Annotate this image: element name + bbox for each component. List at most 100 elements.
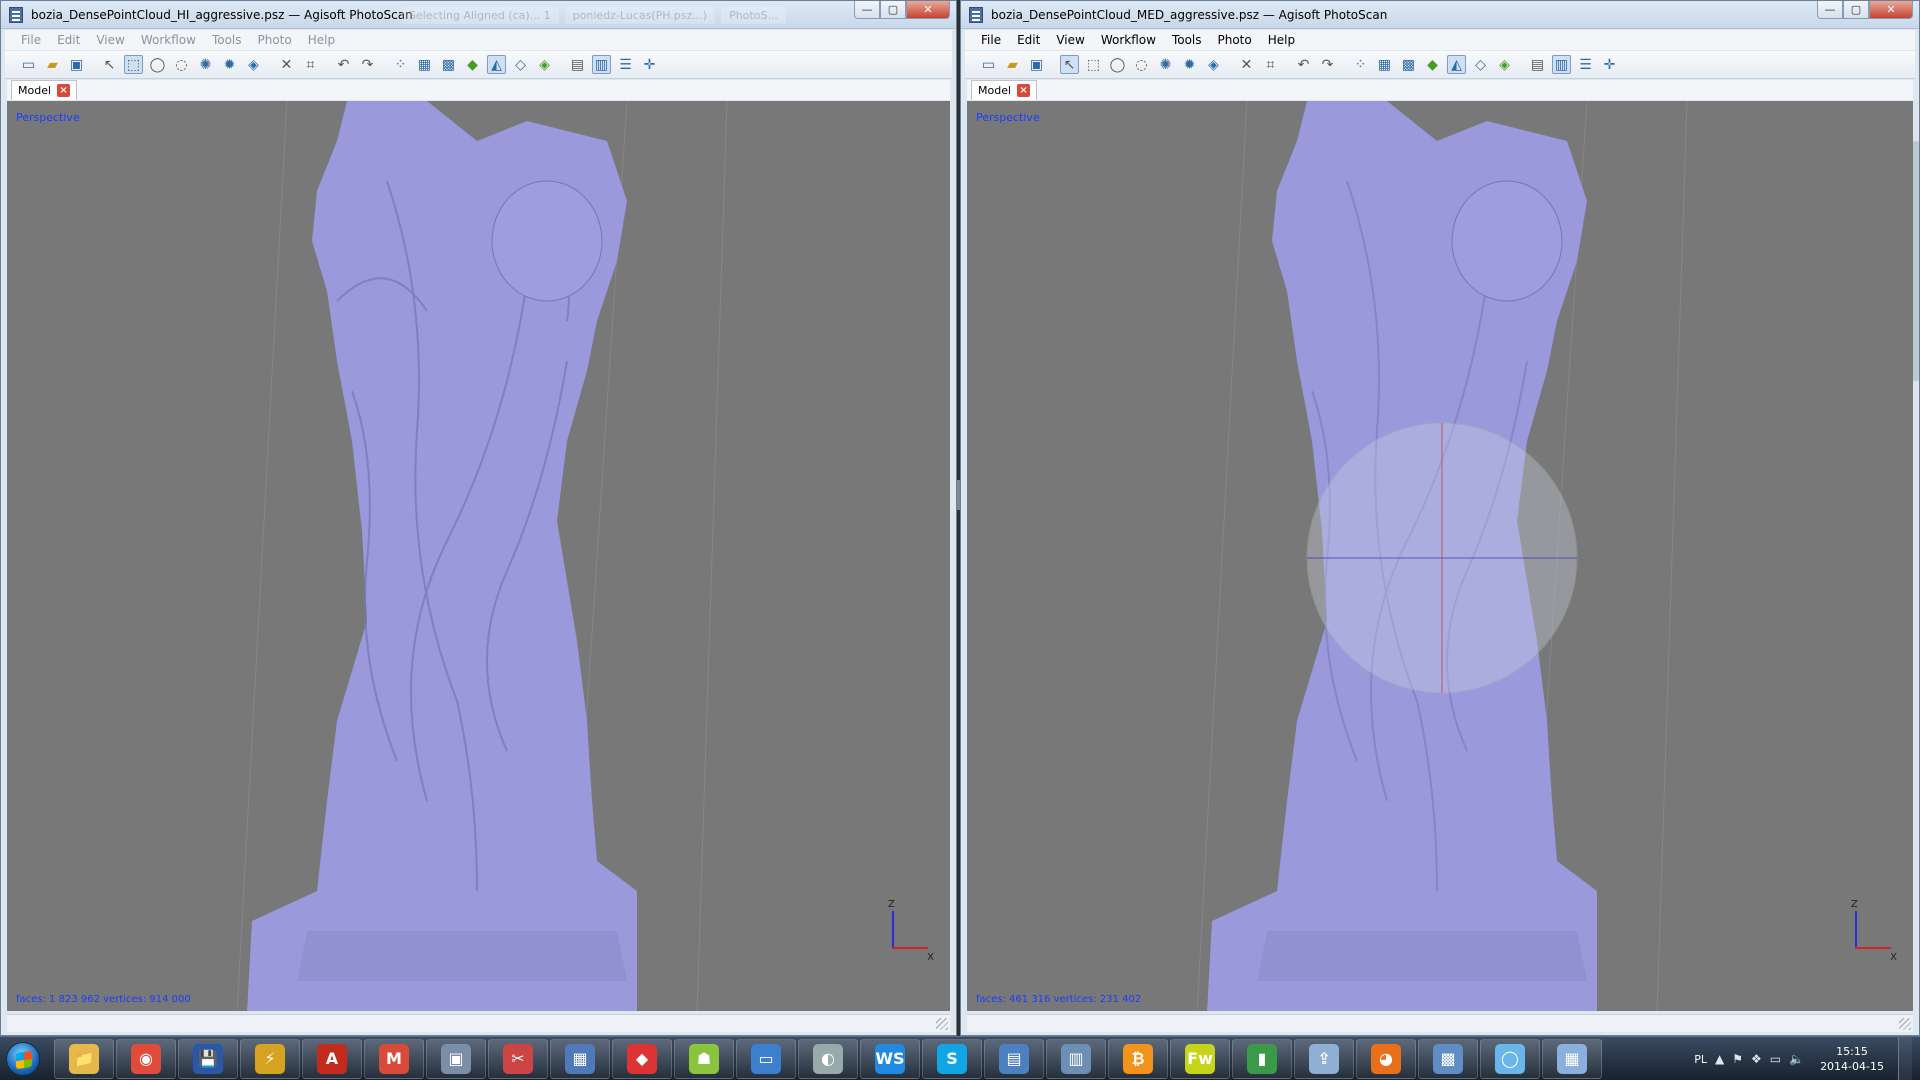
resize-grip[interactable] — [1899, 1018, 1911, 1030]
taskbar-acrobat-button[interactable]: A — [302, 1038, 362, 1079]
rotate-icon[interactable]: ✺ — [1156, 55, 1175, 74]
menu-workflow[interactable]: Workflow — [133, 33, 204, 47]
taskbar-uploader-button[interactable]: ⇪ — [1294, 1038, 1354, 1079]
shaded-icon[interactable]: ◆ — [463, 55, 482, 74]
grid3-icon[interactable]: ▩ — [1399, 55, 1418, 74]
open-icon[interactable]: ▰ — [43, 55, 62, 74]
taskbar-network-button[interactable]: ◯ — [1480, 1038, 1540, 1079]
menu-help[interactable]: Help — [1260, 33, 1303, 47]
maximize-button[interactable]: ▢ — [1843, 1, 1869, 19]
wire-icon[interactable]: ◇ — [1471, 55, 1490, 74]
title-bar[interactable]: bozia_DensePointCloud_HI_aggressive.psz … — [1, 1, 956, 29]
taskbar-android-button[interactable]: ☗ — [674, 1038, 734, 1079]
model-icon[interactable]: ◈ — [244, 55, 263, 74]
close-tab-icon[interactable]: × — [1017, 84, 1031, 97]
ellipse-select-icon[interactable]: ◯ — [1108, 55, 1127, 74]
grid2-icon[interactable]: ▦ — [415, 55, 434, 74]
tab-model[interactable]: Model × — [11, 80, 77, 100]
volume-icon[interactable]: 🔈 — [1789, 1052, 1804, 1066]
scrollbar-thumb[interactable] — [1913, 141, 1919, 381]
dropbox-icon[interactable]: ❖ — [1751, 1052, 1762, 1066]
taskbar-remote-button[interactable]: ▭ — [736, 1038, 796, 1079]
maximize-button[interactable]: ▢ — [880, 1, 906, 19]
network-icon[interactable]: ▭ — [1770, 1052, 1781, 1066]
tab-model[interactable]: Model × — [971, 80, 1037, 100]
undo-icon[interactable]: ↶ — [1294, 55, 1313, 74]
model-viewport[interactable]: Perspective Z X faces: 1 823 962 vertice… — [7, 101, 950, 1011]
shaded-icon[interactable]: ◆ — [1423, 55, 1442, 74]
new-icon[interactable]: ▭ — [979, 55, 998, 74]
resize-grip[interactable] — [936, 1018, 948, 1030]
minimize-button[interactable]: — — [854, 1, 880, 19]
vertical-scrollbar[interactable] — [1913, 101, 1919, 1011]
menu-edit[interactable]: Edit — [49, 33, 88, 47]
taskbar-disk-tool-button[interactable]: ◐ — [798, 1038, 858, 1079]
texture-icon[interactable]: ◈ — [535, 55, 554, 74]
show-desktop-button[interactable] — [1898, 1037, 1912, 1080]
taskbar-explorer-button[interactable]: 📁 — [54, 1038, 114, 1079]
lasso-select-icon[interactable]: ◌ — [172, 55, 191, 74]
menu-view[interactable]: View — [1048, 33, 1092, 47]
menu-photo[interactable]: Photo — [1210, 33, 1260, 47]
taskbar-calculator-button[interactable]: ▦ — [550, 1038, 610, 1079]
taskbar-bitcoin-button[interactable]: ₿ — [1108, 1038, 1168, 1079]
new-icon[interactable]: ▭ — [19, 55, 38, 74]
menu-photo[interactable]: Photo — [250, 33, 300, 47]
open-icon[interactable]: ▰ — [1003, 55, 1022, 74]
region-icon[interactable]: ▥ — [592, 55, 611, 74]
close-tab-icon[interactable]: × — [57, 84, 71, 97]
model-icon[interactable]: ◈ — [1204, 55, 1223, 74]
solid-icon[interactable]: ◭ — [487, 55, 506, 74]
camera-icon[interactable]: ▤ — [1528, 55, 1547, 74]
menu-file[interactable]: File — [973, 33, 1009, 47]
crop-icon[interactable]: ⌗ — [1261, 55, 1280, 74]
delete-icon[interactable]: ✕ — [1237, 55, 1256, 74]
close-button[interactable]: ✕ — [906, 1, 950, 19]
language-indicator[interactable]: PL — [1694, 1053, 1707, 1066]
lasso-select-icon[interactable]: ◌ — [1132, 55, 1151, 74]
save-icon[interactable]: ▣ — [1027, 55, 1046, 74]
title-bar[interactable]: bozia_DensePointCloud_MED_aggressive.psz… — [961, 1, 1919, 29]
taskbar-firefox-button[interactable]: ◕ — [1356, 1038, 1416, 1079]
menu-view[interactable]: View — [88, 33, 132, 47]
center-icon[interactable]: ✛ — [640, 55, 659, 74]
pointer-icon[interactable]: ↖ — [100, 55, 119, 74]
taskbar-gmail-button[interactable]: M — [364, 1038, 424, 1079]
taskbar-virtualbox-button[interactable]: ▣ — [426, 1038, 486, 1079]
taskbar-winamp-button[interactable]: ⚡ — [240, 1038, 300, 1079]
menu-tools[interactable]: Tools — [204, 33, 250, 47]
rotate2-icon[interactable]: ✹ — [1180, 55, 1199, 74]
menu-tools[interactable]: Tools — [1164, 33, 1210, 47]
solid-icon[interactable]: ◭ — [1447, 55, 1466, 74]
rotate-icon[interactable]: ✺ — [196, 55, 215, 74]
taskbar-sketchup-button[interactable]: ◆ — [612, 1038, 672, 1079]
layers-icon[interactable]: ☰ — [1576, 55, 1595, 74]
taskbar-fireworks-button[interactable]: Fw — [1170, 1038, 1230, 1079]
crop-icon[interactable]: ⌗ — [301, 55, 320, 74]
taskbar-monitor-button[interactable]: ▮ — [1232, 1038, 1292, 1079]
menu-workflow[interactable]: Workflow — [1093, 33, 1164, 47]
redo-icon[interactable]: ↷ — [1318, 55, 1337, 74]
taskbar-clock[interactable]: 15:15 2014-04-15 — [1820, 1044, 1884, 1074]
taskbar-chrome-button[interactable]: ◉ — [116, 1038, 176, 1079]
region-icon[interactable]: ▥ — [1552, 55, 1571, 74]
taskbar-skype-button[interactable]: S — [922, 1038, 982, 1079]
ellipse-select-icon[interactable]: ◯ — [148, 55, 167, 74]
camera-icon[interactable]: ▤ — [568, 55, 587, 74]
rect-select-icon[interactable]: ⬚ — [124, 55, 143, 74]
pointer-icon[interactable]: ↖ — [1060, 55, 1079, 74]
taskbar-photoscan-1-button[interactable]: ▤ — [984, 1038, 1044, 1079]
rotation-trackball[interactable] — [1306, 422, 1578, 694]
taskbar-photoscan-2-button[interactable]: ▥ — [1046, 1038, 1106, 1079]
grid-icon[interactable]: ⁘ — [1351, 55, 1370, 74]
minimize-button[interactable]: — — [1817, 1, 1843, 19]
save-icon[interactable]: ▣ — [67, 55, 86, 74]
taskbar-save-app-button[interactable]: 💾 — [178, 1038, 238, 1079]
rotate2-icon[interactable]: ✹ — [220, 55, 239, 74]
texture-icon[interactable]: ◈ — [1495, 55, 1514, 74]
rect-select-icon[interactable]: ⬚ — [1084, 55, 1103, 74]
wire-icon[interactable]: ◇ — [511, 55, 530, 74]
taskbar-snipping-button[interactable]: ✂ — [488, 1038, 548, 1079]
action-center-flag-icon[interactable]: ⚑ — [1732, 1052, 1743, 1066]
grid3-icon[interactable]: ▩ — [439, 55, 458, 74]
